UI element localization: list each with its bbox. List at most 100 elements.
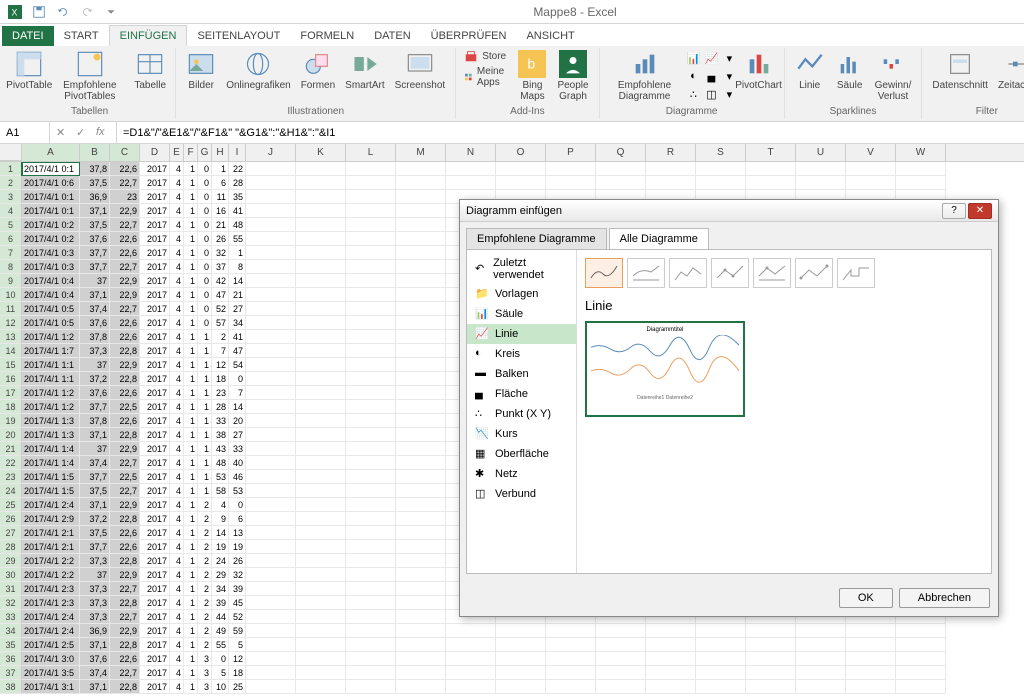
- row-header[interactable]: 19: [0, 414, 22, 428]
- cell[interactable]: 3: [198, 652, 212, 666]
- cell[interactable]: 22,7: [110, 218, 140, 232]
- cell[interactable]: 2017/4/1 2:3: [22, 596, 80, 610]
- cell[interactable]: 37,3: [80, 610, 110, 624]
- cell[interactable]: 1: [198, 414, 212, 428]
- cell[interactable]: [546, 638, 596, 652]
- people-graph-button[interactable]: People Graph: [553, 48, 592, 104]
- cell[interactable]: [346, 204, 396, 218]
- cell[interactable]: 0: [198, 302, 212, 316]
- cell[interactable]: [846, 176, 896, 190]
- cell[interactable]: 0: [198, 162, 212, 176]
- cancel-button[interactable]: Abbrechen: [899, 588, 990, 608]
- fx-icon[interactable]: fx: [96, 126, 110, 140]
- cell[interactable]: [396, 498, 446, 512]
- ok-button[interactable]: OK: [839, 588, 893, 608]
- cell[interactable]: 6: [229, 512, 246, 526]
- cell[interactable]: 22,6: [110, 246, 140, 260]
- cell[interactable]: 6: [212, 176, 229, 190]
- cell[interactable]: [246, 274, 296, 288]
- cell[interactable]: [696, 680, 746, 694]
- cell[interactable]: 1: [198, 344, 212, 358]
- cell[interactable]: [296, 484, 346, 498]
- cell[interactable]: 2017: [140, 470, 170, 484]
- save-icon[interactable]: [28, 1, 50, 23]
- cell[interactable]: 34: [229, 316, 246, 330]
- cell[interactable]: 2017/4/1 0:3: [22, 260, 80, 274]
- cell[interactable]: 41: [229, 330, 246, 344]
- cell[interactable]: 2017/4/1 2:1: [22, 540, 80, 554]
- cell[interactable]: [296, 582, 346, 596]
- cell[interactable]: [246, 176, 296, 190]
- cell[interactable]: 0: [198, 288, 212, 302]
- empf-diagramme-button[interactable]: Empfohlene Diagramme: [606, 48, 684, 104]
- row-header[interactable]: 1: [0, 162, 22, 176]
- cell[interactable]: 4: [170, 638, 184, 652]
- cell[interactable]: 4: [170, 302, 184, 316]
- cell[interactable]: [296, 386, 346, 400]
- cell[interactable]: 9: [212, 512, 229, 526]
- cell[interactable]: 0: [198, 246, 212, 260]
- cell[interactable]: [396, 372, 446, 386]
- cell[interactable]: [346, 526, 396, 540]
- cell[interactable]: [246, 442, 296, 456]
- category-linie[interactable]: 📈Linie: [467, 324, 576, 344]
- cell[interactable]: 52: [212, 302, 229, 316]
- store-button[interactable]: Store: [462, 48, 511, 64]
- cell[interactable]: [296, 372, 346, 386]
- cell[interactable]: 18: [229, 666, 246, 680]
- cell[interactable]: 1: [184, 274, 198, 288]
- cell[interactable]: [396, 624, 446, 638]
- cell[interactable]: [296, 274, 346, 288]
- smartart-button[interactable]: SmartArt: [341, 48, 388, 93]
- tab-daten[interactable]: DATEN: [364, 26, 420, 46]
- cell[interactable]: 2017/4/1 1:1: [22, 358, 80, 372]
- cell[interactable]: 16: [212, 204, 229, 218]
- cell[interactable]: 4: [170, 484, 184, 498]
- cell[interactable]: 2017: [140, 414, 170, 428]
- cell[interactable]: 45: [229, 596, 246, 610]
- cell[interactable]: 46: [229, 470, 246, 484]
- col-header-H[interactable]: H: [212, 144, 229, 161]
- cell[interactable]: [296, 288, 346, 302]
- cell[interactable]: [396, 610, 446, 624]
- cell[interactable]: 2017/4/1 1:4: [22, 456, 80, 470]
- cell[interactable]: [396, 246, 446, 260]
- line-type-2[interactable]: [627, 258, 665, 288]
- cell[interactable]: [696, 176, 746, 190]
- cell[interactable]: [396, 358, 446, 372]
- col-header-I[interactable]: I: [229, 144, 246, 161]
- cell[interactable]: 2017: [140, 540, 170, 554]
- cell[interactable]: 2: [198, 582, 212, 596]
- cell[interactable]: 1: [184, 498, 198, 512]
- cell[interactable]: 2017/4/1 0:1: [22, 204, 80, 218]
- cell[interactable]: [296, 596, 346, 610]
- row-header[interactable]: 34: [0, 624, 22, 638]
- cell[interactable]: 0: [198, 176, 212, 190]
- row-header[interactable]: 21: [0, 442, 22, 456]
- cell[interactable]: 4: [170, 246, 184, 260]
- cell[interactable]: [746, 666, 796, 680]
- cell[interactable]: [246, 260, 296, 274]
- row-header[interactable]: 7: [0, 246, 22, 260]
- cell[interactable]: [446, 652, 496, 666]
- cell[interactable]: 1: [184, 232, 198, 246]
- row-header[interactable]: 20: [0, 428, 22, 442]
- cell[interactable]: 0: [198, 204, 212, 218]
- cell[interactable]: 2017/4/1 1:4: [22, 442, 80, 456]
- cell[interactable]: 4: [170, 162, 184, 176]
- cell[interactable]: [696, 162, 746, 176]
- cell[interactable]: 21: [229, 288, 246, 302]
- cell[interactable]: 54: [229, 358, 246, 372]
- close-button[interactable]: ✕: [968, 203, 992, 219]
- cell[interactable]: [396, 176, 446, 190]
- cell[interactable]: [246, 638, 296, 652]
- cell[interactable]: 1: [184, 568, 198, 582]
- col-header-C[interactable]: C: [110, 144, 140, 161]
- cell[interactable]: 2017/4/1 0:5: [22, 302, 80, 316]
- row-header[interactable]: 15: [0, 358, 22, 372]
- cell[interactable]: 22,7: [110, 666, 140, 680]
- col-header-M[interactable]: M: [396, 144, 446, 161]
- dialog-titlebar[interactable]: Diagramm einfügen ? ✕: [460, 200, 998, 222]
- cell[interactable]: 22,8: [110, 554, 140, 568]
- row-header[interactable]: 23: [0, 470, 22, 484]
